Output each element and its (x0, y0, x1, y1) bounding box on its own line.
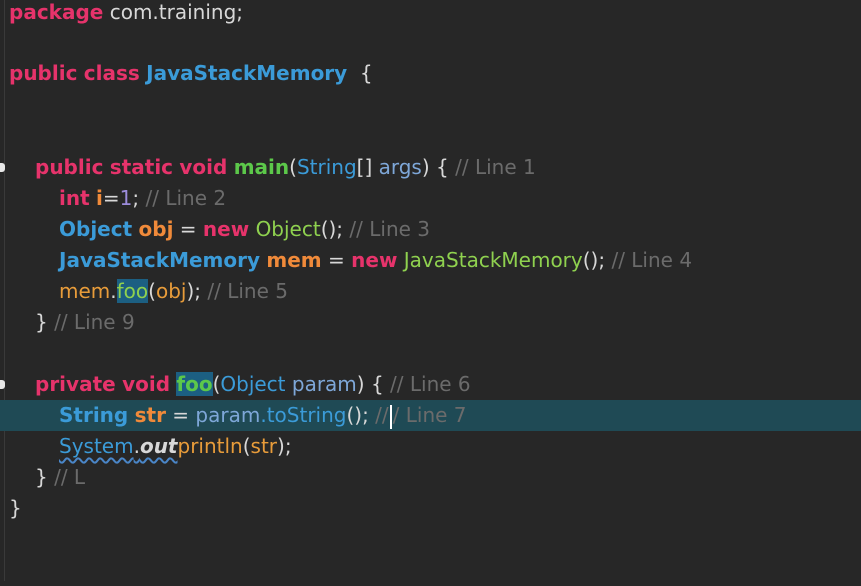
code-line-foo-close: } // L (0, 462, 861, 493)
constructor: Object (255, 217, 321, 241)
keyword: public (9, 61, 78, 85)
variable-reference: mem (59, 279, 111, 303)
punctuation: ) { (356, 372, 391, 396)
operator: = (173, 217, 203, 241)
punctuation: ) { (421, 155, 456, 179)
code-editor[interactable]: package com.training; public class JavaS… (0, 0, 861, 581)
code-line-int-declaration: int i=1; // Line 2 (0, 183, 861, 214)
code-line-object-declaration: Object obj = new Object(); // Line 3 (0, 214, 861, 245)
brace: { (347, 61, 373, 85)
keyword: new (351, 248, 398, 272)
comment: // L (54, 465, 86, 489)
punctuation: [] (356, 155, 379, 179)
paren: ( (148, 279, 156, 303)
variable: str (134, 403, 166, 427)
comment: // Line 2 (145, 186, 227, 210)
keyword: package (9, 0, 104, 24)
argument: str (250, 434, 278, 458)
method-call-highlighted: foo (116, 279, 149, 303)
method-name-highlighted: foo (176, 372, 213, 396)
type-name: Object (220, 372, 286, 396)
punctuation: ); (277, 434, 292, 458)
type-name: JavaStackMemory (59, 248, 261, 272)
type-name: Object (59, 217, 133, 241)
class-reference: System (59, 434, 134, 458)
comment: / Line 7 (392, 403, 467, 427)
method-call: .toString (260, 403, 347, 427)
parameter: args (378, 155, 422, 179)
parameter-reference: param (195, 403, 261, 427)
method-name: main (233, 155, 290, 179)
variable: obj (138, 217, 174, 241)
variable: i (96, 186, 103, 210)
code-line-class-declaration: public class JavaStackMemory { (0, 58, 861, 89)
code-line-current[interactable]: String str = param.toString(); /// Line … (0, 400, 861, 431)
brace: } (35, 310, 55, 334)
operator: = (102, 186, 120, 210)
comment: // Line 5 (207, 279, 288, 303)
keyword: void (122, 372, 171, 396)
keyword: static (109, 155, 174, 179)
punctuation: (); (320, 217, 350, 241)
comment: // Line 9 (54, 310, 135, 334)
type-name: String (296, 155, 357, 179)
punctuation: (); (346, 403, 376, 427)
punctuation: ; (132, 186, 146, 210)
number-literal: 1 (119, 186, 133, 210)
brace: } (9, 496, 22, 520)
parameter: param (291, 372, 357, 396)
punctuation: (); (582, 248, 612, 272)
class-name: JavaStackMemory (146, 61, 348, 85)
static-field: out (139, 434, 178, 458)
fold-marker-icon[interactable] (0, 163, 5, 172)
punctuation: . (110, 279, 117, 303)
brace: } (35, 465, 55, 489)
package-name: com.training; (103, 0, 244, 24)
type-name: String (59, 403, 129, 427)
text-cursor (389, 404, 392, 429)
code-line-main-declaration: public static void main(String[] args) {… (0, 152, 861, 183)
comment: // (375, 403, 389, 427)
variable: mem (266, 248, 322, 272)
comment: // Line 3 (349, 217, 431, 241)
comment: // Line 4 (611, 248, 693, 272)
comment: // Line 1 (455, 155, 536, 179)
paren: ( (242, 434, 251, 458)
keyword: public (35, 155, 104, 179)
keyword: private (35, 372, 116, 396)
code-line-mem-declaration: JavaStackMemory mem = new JavaStackMemor… (0, 245, 861, 276)
fold-marker-icon[interactable] (0, 380, 5, 389)
code-line-foo-call: mem.foo(obj); // Line 5 (0, 276, 861, 307)
keyword: void (179, 155, 228, 179)
paren: ( (289, 155, 297, 179)
constructor: JavaStackMemory (403, 248, 583, 272)
code-line-foo-declaration: private void foo(Object param) { // Line… (0, 369, 861, 400)
method-call: println (177, 434, 243, 458)
keyword: class (83, 61, 140, 85)
operator: = (321, 248, 352, 272)
punctuation: ); (186, 279, 208, 303)
keyword: new (202, 217, 250, 241)
code-line-println: System.outprintln(str); (0, 431, 861, 462)
argument: obj (155, 279, 187, 303)
code-line-package: package com.training; (0, 0, 861, 28)
operator: = (165, 403, 196, 427)
comment: // Line 6 (390, 372, 471, 396)
code-line-main-close: } // Line 9 (0, 307, 861, 338)
code-line-class-close: } (0, 493, 861, 524)
keyword: int (59, 186, 90, 210)
